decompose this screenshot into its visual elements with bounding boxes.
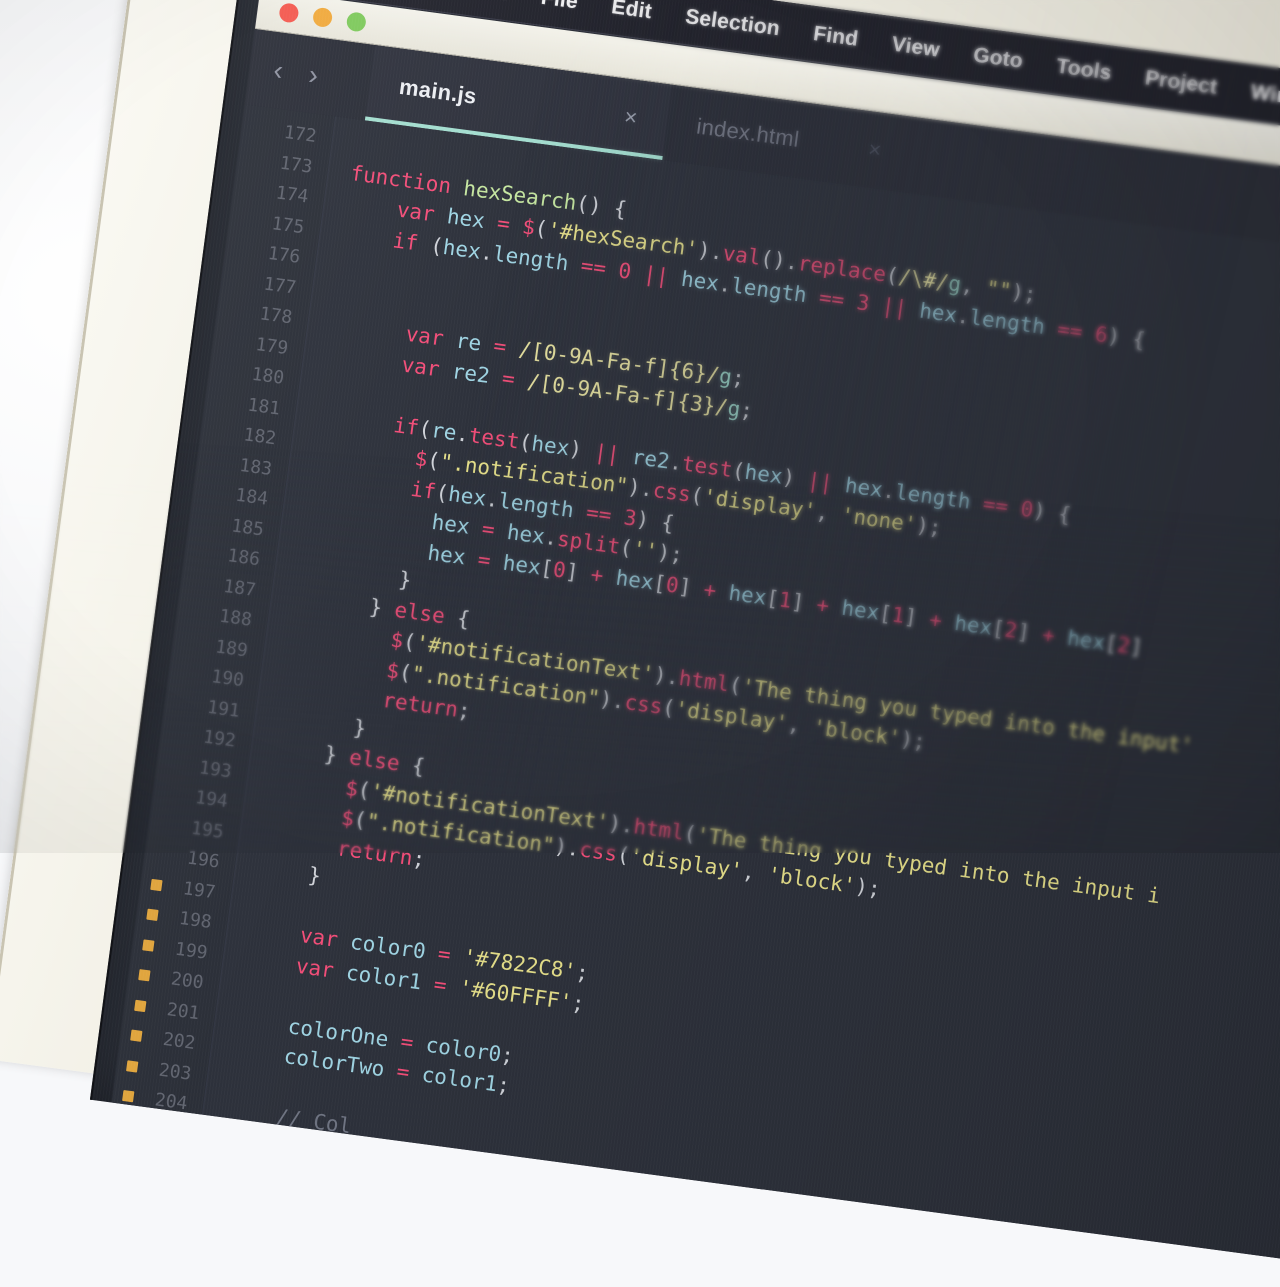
- nav-back-icon[interactable]: ‹: [272, 56, 285, 85]
- nav-forward-icon[interactable]: ›: [307, 61, 320, 90]
- menu-item-selection[interactable]: Selection: [684, 4, 782, 40]
- tab-close-icon[interactable]: ×: [797, 127, 883, 164]
- code-editor[interactable]: 1721731741751761771781791801811821831841…: [112, 104, 1280, 1287]
- bookmark-marker[interactable]: [150, 878, 162, 890]
- menu-item-goto[interactable]: Goto: [972, 43, 1025, 73]
- bookmark-marker[interactable]: [138, 969, 150, 981]
- bookmark-marker[interactable]: [126, 1060, 138, 1072]
- menu-item-view[interactable]: View: [890, 32, 941, 62]
- menu-item-sublime-text[interactable]: Sublime Text: [376, 0, 510, 5]
- tab-label: main.js: [398, 74, 479, 110]
- bookmark-marker[interactable]: [122, 1090, 134, 1102]
- menu-item-find[interactable]: Find: [812, 22, 860, 52]
- minimize-button[interactable]: [312, 7, 333, 28]
- tab-close-icon[interactable]: ×: [553, 95, 639, 132]
- bookmark-marker[interactable]: [130, 1030, 142, 1042]
- close-button[interactable]: [278, 2, 299, 23]
- menu-item-project[interactable]: Project: [1144, 66, 1219, 99]
- menu-item-file[interactable]: File: [540, 0, 580, 14]
- minimap-line: [1259, 1171, 1280, 1215]
- bookmark-marker[interactable]: [142, 939, 154, 951]
- menu-item-tools[interactable]: Tools: [1055, 54, 1113, 85]
- tab-nav-arrows[interactable]: ‹ ›: [272, 56, 320, 90]
- menu-item-window[interactable]: Window: [1249, 80, 1280, 115]
- bookmark-marker[interactable]: [146, 909, 158, 921]
- bookmark-marker[interactable]: [134, 999, 146, 1011]
- zoom-button[interactable]: [346, 11, 367, 32]
- tab-label: index.html: [695, 113, 801, 152]
- code-content[interactable]: function hexSearch() { var hex = $('#hex…: [203, 117, 1280, 1255]
- menu-item-edit[interactable]: Edit: [610, 0, 653, 24]
- laptop-screen: Sublime Text File Edit Selection Find Vi…: [90, 0, 1280, 1287]
